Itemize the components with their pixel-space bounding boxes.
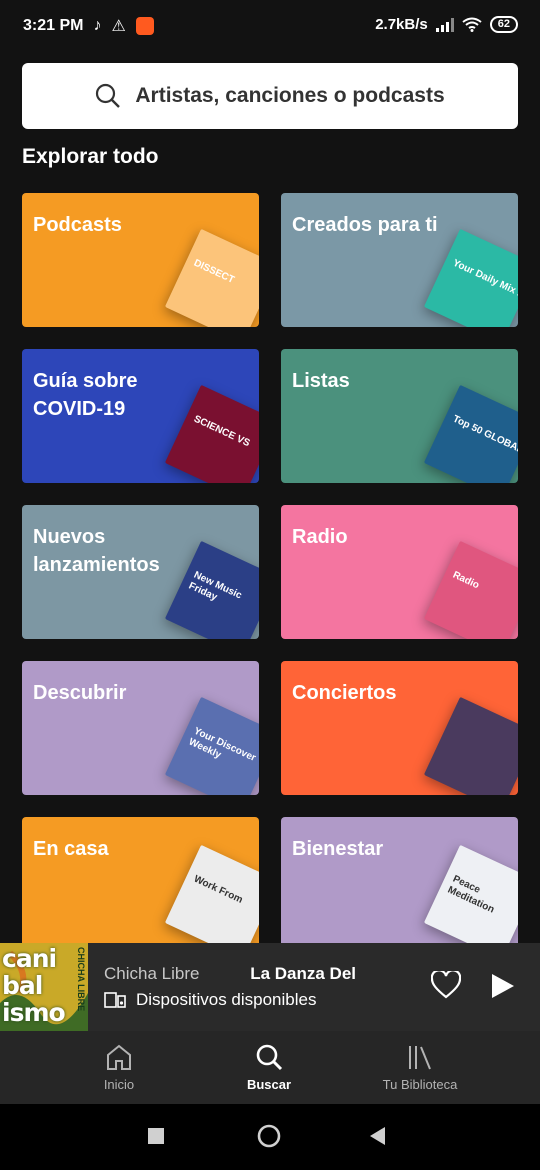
warning-icon: ⚠ — [111, 18, 126, 35]
artwork-text: New Music Friday — [186, 569, 244, 604]
search-input[interactable]: Artistas, canciones o podcasts — [22, 63, 518, 129]
tiktok-icon: ♪ — [93, 17, 102, 34]
nav-library-label: Tu Biblioteca — [382, 1077, 458, 1092]
devices-label: Dispositivos disponibles — [136, 990, 317, 1009]
home-button-icon[interactable] — [257, 1124, 281, 1148]
status-bar: 3:21 PM ♪ ⚠ 2.7kB/s 62 — [0, 0, 540, 50]
cover-side-text: CHICHA LIBRE — [76, 947, 86, 1012]
section-title: Explorar todo — [22, 145, 159, 168]
category-card[interactable]: Descubrir Your Discover Weekly — [22, 661, 259, 795]
category-card-label: Radio — [292, 526, 348, 548]
category-card-label: Descubrir — [33, 682, 127, 704]
cover-title: cani bal ismo — [2, 944, 66, 1027]
category-card-label: Bienestar — [292, 838, 384, 860]
category-card[interactable]: Radio Radio — [281, 505, 518, 639]
category-card[interactable]: Conciertos — [281, 661, 518, 795]
category-card[interactable]: En casa Work From — [22, 817, 259, 943]
nav-library[interactable]: Tu Biblioteca — [355, 1043, 485, 1092]
home-icon — [107, 1044, 131, 1070]
category-card[interactable]: Nuevos lanzamientos New Music Friday — [22, 505, 259, 639]
artwork-text: Radio — [450, 569, 481, 592]
category-card-label: Creados para ti — [292, 214, 438, 236]
category-card-label: Conciertos — [292, 682, 397, 704]
system-navigation-bar — [0, 1104, 540, 1170]
now-playing-song: La Danza Del — [250, 964, 356, 983]
play-icon[interactable] — [491, 973, 515, 999]
search-placeholder: Artistas, canciones o podcasts — [135, 84, 445, 107]
library-icon — [409, 1046, 431, 1070]
nav-home[interactable]: Inicio — [54, 1043, 184, 1092]
category-card-label: En casa — [33, 838, 109, 860]
search-nav-icon — [256, 1044, 283, 1071]
artwork-text: Top 50 GLOBAL — [450, 413, 518, 456]
status-time: 3:21 PM — [23, 17, 84, 34]
recents-icon[interactable] — [148, 1128, 164, 1144]
back-icon[interactable] — [370, 1127, 386, 1145]
nav-search-label: Buscar — [246, 1077, 292, 1092]
category-card-artwork: Top 50 GLOBAL — [423, 384, 518, 483]
artwork-text: SCIENCE VS — [191, 413, 252, 450]
artwork-text: Your Daily Mix 1 — [450, 257, 518, 300]
category-card[interactable]: Guía sobre COVID-19 SCIENCE VS — [22, 349, 259, 483]
nav-home-label: Inicio — [103, 1077, 135, 1092]
album-cover: cani bal ismo CHICHA LIBRE — [0, 943, 88, 1031]
category-card[interactable]: Listas Top 50 GLOBAL — [281, 349, 518, 483]
category-card-label: Listas — [292, 370, 350, 392]
category-card[interactable]: Bienestar Peace Meditation — [281, 817, 518, 943]
category-card-artwork — [423, 696, 518, 795]
category-card[interactable]: Creados para ti Your Daily Mix 1 — [281, 193, 518, 327]
category-card-label: Guía sobre COVID-19 — [33, 370, 138, 420]
search-icon — [96, 83, 121, 108]
app-notification-icon — [135, 17, 154, 35]
now-playing-artist: Chicha Libre — [104, 964, 200, 983]
nav-search[interactable]: Buscar — [204, 1043, 334, 1092]
signal-icon — [435, 17, 454, 32]
category-card[interactable]: Podcasts DISSECT — [22, 193, 259, 327]
bottom-navigation: Inicio Buscar Tu Biblioteca — [0, 1031, 540, 1104]
devices-icon — [104, 992, 126, 1008]
artwork-text: Your Discover Weekly — [186, 725, 258, 764]
network-speed: 2.7kB/s — [375, 16, 428, 33]
artwork-text: DISSECT — [191, 257, 236, 286]
now-playing-title[interactable]: Chicha Libre La Danza Del — [104, 964, 419, 984]
category-card-artwork: Your Daily Mix 1 — [423, 228, 518, 327]
heart-icon[interactable] — [431, 971, 461, 999]
category-card-artwork: Radio — [423, 540, 518, 639]
category-card-label: Podcasts — [33, 214, 122, 236]
category-card-artwork: Your Discover Weekly — [164, 696, 259, 795]
battery-indicator: 62 — [489, 16, 518, 33]
artwork-text: Peace Meditation — [445, 873, 496, 916]
category-card-artwork: DISSECT — [164, 228, 259, 327]
artwork-text: Work From — [191, 873, 245, 906]
mini-player[interactable]: cani bal ismo CHICHA LIBRE Chicha Libre La… — [0, 943, 540, 1031]
wifi-icon — [462, 17, 482, 32]
category-card-label: Nuevos lanzamientos — [33, 526, 160, 576]
devices-button[interactable]: Dispositivos disponibles — [104, 990, 316, 1010]
